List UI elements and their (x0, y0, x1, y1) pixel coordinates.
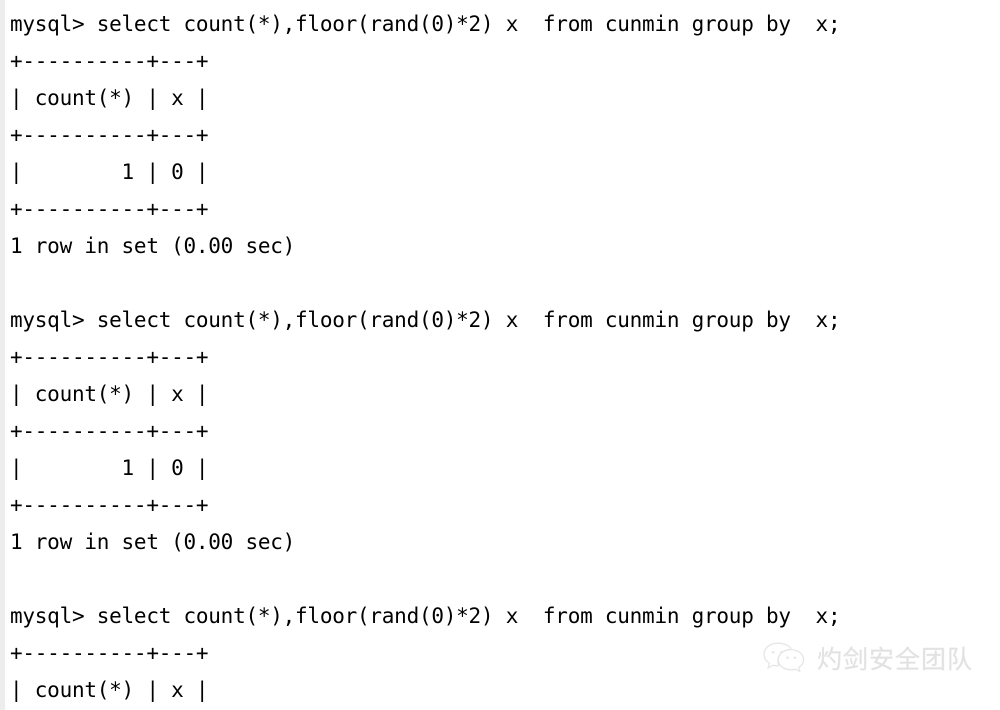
status-line: 1 row in set (0.00 sec) (10, 234, 296, 258)
table-header-row: | count(*) | x | (10, 86, 209, 110)
left-edge-strip (0, 0, 5, 710)
table-top-border: +----------+---+ (10, 49, 209, 73)
table-mid-border: +----------+---+ (10, 419, 209, 443)
table-top-border: +----------+---+ (10, 641, 209, 665)
terminal-output[interactable]: mysql> select count(*),floor(rand(0)*2) … (10, 6, 1000, 710)
table-row: | 1 | 0 | (10, 160, 209, 184)
table-row: | 1 | 0 | (10, 456, 209, 480)
table-header-row: | count(*) | x | (10, 678, 209, 702)
command-line[interactable]: mysql> select count(*),floor(rand(0)*2) … (10, 598, 1000, 635)
table-header-row: | count(*) | x | (10, 382, 209, 406)
command-line[interactable]: mysql> select count(*),floor(rand(0)*2) … (10, 302, 1000, 339)
terminal-screenshot: mysql> select count(*),floor(rand(0)*2) … (0, 0, 1000, 710)
table-bottom-border: +----------+---+ (10, 493, 209, 517)
status-line: 1 row in set (0.00 sec) (10, 530, 296, 554)
command-line[interactable]: mysql> select count(*),floor(rand(0)*2) … (10, 6, 1000, 43)
table-bottom-border: +----------+---+ (10, 197, 209, 221)
table-mid-border: +----------+---+ (10, 123, 209, 147)
table-top-border: +----------+---+ (10, 345, 209, 369)
